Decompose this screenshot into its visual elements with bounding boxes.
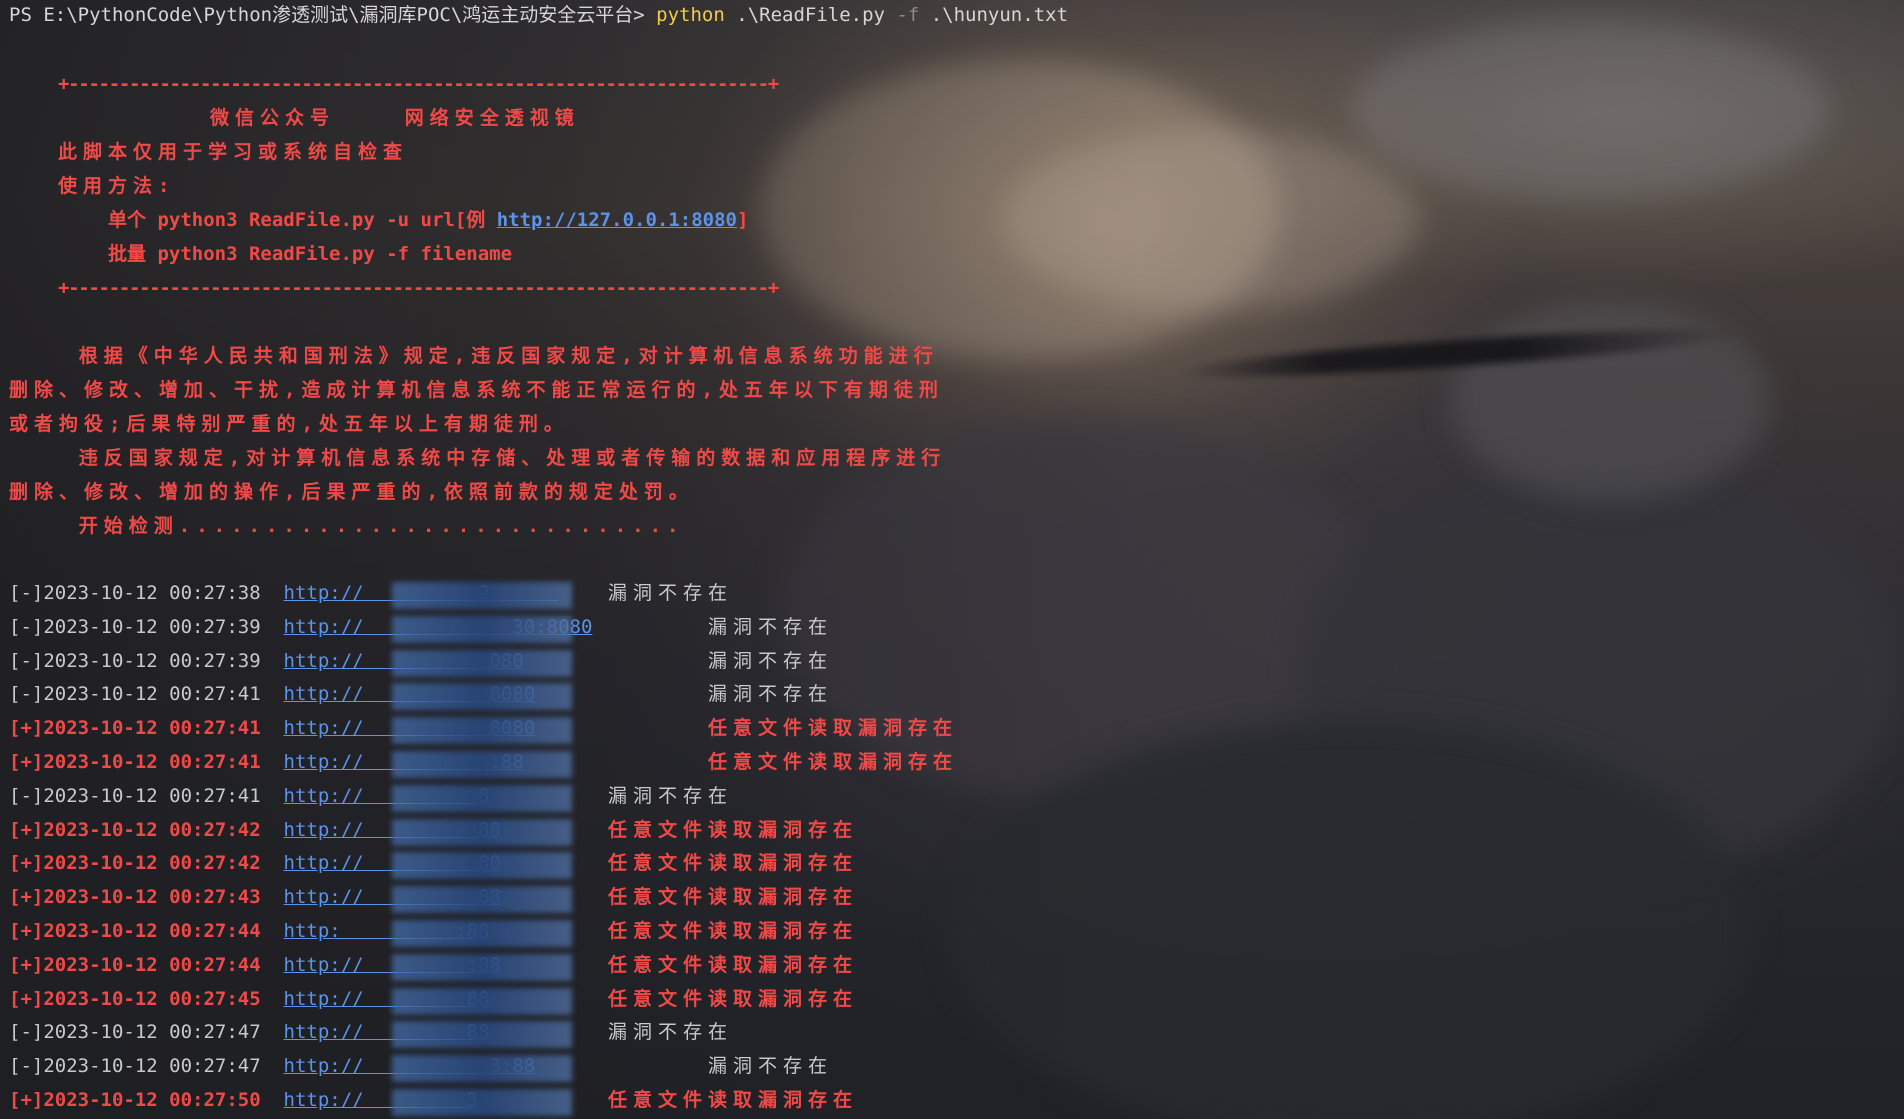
legal-line-start: 开始检测............................. [9,515,685,537]
result-status: [-]2023-10-12 00:27:47 [9,1021,284,1044]
redaction-mosaic [392,784,572,812]
redaction-mosaic [392,852,572,880]
banner-border-top: +---------------------------------------… [58,73,779,95]
result-message: 漏洞不存在 [708,649,834,672]
result-status: [-]2023-10-12 00:27:39 [9,649,284,672]
legal-line-1: 根据《中华人民共和国刑法》规定,违反国家规定,对计算机信息系统功能进行 [9,345,939,367]
redaction-mosaic [392,717,572,745]
banner-disclaimer: 此脚本仅用于学习或系统自检查 [58,141,409,163]
redaction-mosaic [392,751,572,778]
result-message: 任意文件读取漏洞存在 [608,852,859,875]
redaction-mosaic [392,582,572,609]
prompt-path: PS E:\PythonCode\Python渗透测试\漏洞库POC\鸿运主动安… [9,4,657,26]
redaction-mosaic [392,649,572,677]
result-status: [+]2023-10-12 00:27:41 [9,751,284,773]
redaction-mosaic [392,818,572,846]
result-status: [+]2023-10-12 00:27:44 [9,920,284,942]
terminal-output: PS E:\PythonCode\Python渗透测试\漏洞库POC\鸿运主动安… [0,0,1904,1119]
example-url-link[interactable]: http://127.0.0.1:8080 [497,209,737,231]
result-status: [+]2023-10-12 00:27:44 [9,953,284,976]
command-script: .\ReadFile.py [724,4,897,26]
redaction-mosaic [392,615,572,643]
result-status: [-]2023-10-12 00:27:41 [9,784,284,807]
result-message: 任意文件读取漏洞存在 [608,987,859,1010]
result-message: 任意文件读取漏洞存在 [608,953,859,976]
legal-line-2: 删除、修改、增加、干扰,造成计算机信息系统不能正常运行的,处五年以下有期徒刑 [9,379,944,401]
result-status: [+]2023-10-12 00:27:43 [9,886,284,909]
result-status: [+]2023-10-12 00:27:42 [9,852,284,875]
result-status: [-]2023-10-12 00:27:38 [9,582,284,604]
redaction-mosaic [392,1021,572,1049]
banner-border-bottom: +---------------------------------------… [58,277,779,299]
banner-usage-label: 使用方法: [58,175,176,197]
usage-single-text: 单个 python3 ReadFile.py -u url[例 [108,209,497,231]
result-message: 任意文件读取漏洞存在 [608,818,859,841]
redaction-mosaic [392,987,572,1015]
result-message: 任意文件读取漏洞存在 [608,920,859,942]
command-prompt-line: PS E:\PythonCode\Python渗透测试\漏洞库POC\鸿运主动安… [9,2,1068,28]
result-message: 漏洞不存在 [608,582,734,604]
result-message: 漏洞不存在 [608,1021,734,1044]
result-status: [-]2023-10-12 00:27:39 [9,615,284,638]
redaction-mosaic [392,920,572,947]
result-message: 任意文件读取漏洞存在 [708,717,959,740]
redaction-mosaic [392,886,572,914]
result-message: 任意文件读取漏洞存在 [608,886,859,909]
redaction-mosaic [392,683,572,711]
redaction-mosaic [392,1055,572,1083]
result-message: 漏洞不存在 [708,1055,834,1078]
usage-single-suffix: ] [736,209,749,231]
result-message: 漏洞不存在 [708,615,834,638]
banner-usage-single: 单个 python3 ReadFile.py -u url[例 http://1… [108,207,748,233]
redaction-mosaic [392,1089,572,1116]
legal-line-3: 或者拘役;后果特别严重的,处五年以上有期徒刑。 [9,413,569,435]
result-message: 漏洞不存在 [608,784,734,807]
redaction-mosaic [392,953,572,981]
result-status: [+]2023-10-12 00:27:45 [9,987,284,1010]
result-message: 漏洞不存在 [708,683,834,706]
command-flag: -f [896,4,920,26]
legal-line-4: 违反国家规定,对计算机信息系统中存储、处理或者传输的数据和应用程序进行 [9,447,947,469]
result-status: [+]2023-10-12 00:27:41 [9,717,284,740]
command-python: python [656,4,725,26]
result-message: 任意文件读取漏洞存在 [708,751,959,773]
banner-wechat: 微信公众号 网络安全透视镜 [210,107,580,129]
result-status: [-]2023-10-12 00:27:41 [9,683,284,706]
command-file-arg: .\hunyun.txt [919,4,1069,26]
result-status: [-]2023-10-12 00:27:47 [9,1055,284,1078]
banner-usage-batch: 批量 python3 ReadFile.py -f filename [108,243,513,265]
result-status: [+]2023-10-12 00:27:42 [9,818,284,841]
legal-line-5: 删除、修改、增加的操作,后果严重的,依照前款的规定处罚。 [9,481,694,503]
result-message: 任意文件读取漏洞存在 [608,1089,859,1111]
result-status: [+]2023-10-12 00:27:50 [9,1089,284,1111]
